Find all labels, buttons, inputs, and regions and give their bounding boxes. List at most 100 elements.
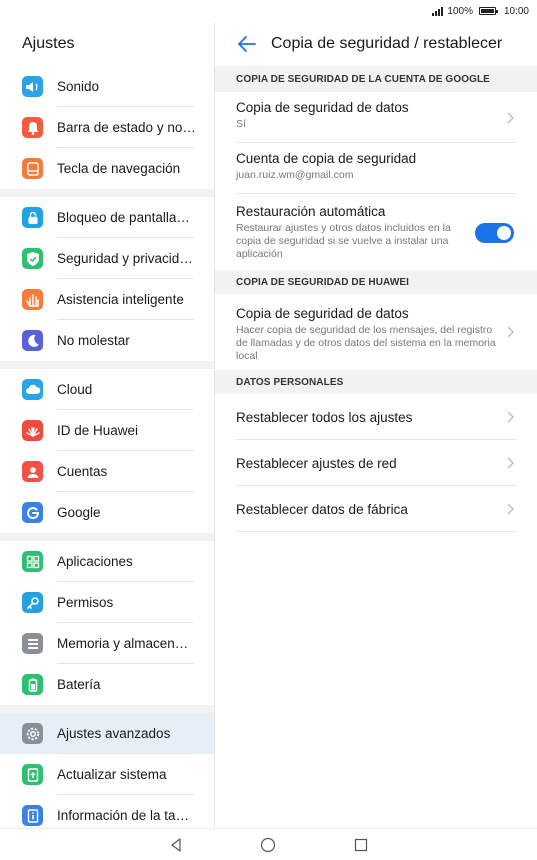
- settings-list: Sonido Barra de estado y no… Tecla de nave…: [0, 66, 214, 828]
- detail-panel: Copia de seguridad / restablecer COPIA D…: [215, 22, 537, 828]
- group-separator: [0, 533, 214, 541]
- huawei-icon: [22, 420, 43, 441]
- key-icon: [22, 592, 43, 613]
- section-huawei-backup: COPIA DE SEGURIDAD DE HUAWEI: [215, 270, 537, 294]
- battery-percent: 100%: [447, 5, 473, 17]
- backup-account-row[interactable]: Cuenta de copia de seguridad juan.ruiz.w…: [215, 143, 537, 194]
- sidebar-item-hand[interactable]: Asistencia inteligente: [0, 279, 214, 320]
- battery-status-icon: [478, 7, 498, 15]
- chevron-right-icon: [507, 326, 514, 338]
- sidebar-item-lock[interactable]: Bloqueo de pantalla…: [0, 197, 214, 238]
- sidebar-item-label: Memoria y almacen…: [57, 636, 189, 651]
- info-icon: [22, 805, 43, 826]
- auto-restore-description: Restaurar ajustes y otros datos incluido…: [236, 222, 451, 260]
- sidebar-item-label: Cuentas: [57, 464, 108, 479]
- sidebar-item-label: Bloqueo de pantalla…: [57, 210, 190, 225]
- sidebar-item-speaker[interactable]: Sonido: [0, 66, 214, 107]
- lock-icon: [22, 207, 43, 228]
- sidebar-item-label: Seguridad y privacid…: [57, 251, 193, 266]
- sidebar-item-label: Barra de estado y no…: [57, 120, 196, 135]
- sidebar-item-label: Asistencia inteligente: [57, 292, 184, 307]
- factory-reset-row[interactable]: Restablecer datos de fábrica: [215, 486, 537, 532]
- huawei-backup-row[interactable]: Copia de seguridad de datos Hacer copia …: [215, 294, 537, 370]
- reset-all-settings-row[interactable]: Restablecer todos los ajustes: [215, 394, 537, 440]
- backup-data-value: Sí: [236, 118, 246, 130]
- moon-icon: [22, 330, 43, 351]
- chevron-right-icon: [507, 457, 514, 469]
- auto-restore-toggle[interactable]: [475, 223, 514, 243]
- sidebar-item-label: No molestar: [57, 333, 130, 348]
- chevron-right-icon: [507, 112, 514, 123]
- sidebar-item-label: Sonido: [57, 79, 100, 94]
- apps-icon: [22, 551, 43, 572]
- page-title: Copia de seguridad / restablecer: [271, 35, 503, 52]
- battery-icon: [22, 674, 43, 695]
- sidebar-item-update[interactable]: Actualizar sistema: [0, 754, 214, 795]
- sidebar-item-moon[interactable]: No molestar: [0, 320, 214, 361]
- auto-restore-row[interactable]: Restauración automática Restaurar ajuste…: [215, 194, 537, 270]
- sidebar-item-huawei[interactable]: ID de Huawei: [0, 410, 214, 451]
- sidebar-item-label: ID de Huawei: [57, 423, 139, 438]
- sidebar-item-label: Información de la ta…: [57, 808, 190, 823]
- sidebar-item-battery[interactable]: Batería: [0, 664, 214, 705]
- sidebar-item-label: Permisos: [57, 595, 114, 610]
- group-separator: [0, 361, 214, 369]
- section-google-backup: COPIA DE SEGURIDAD DE LA CUENTA DE GOOGL…: [215, 66, 537, 92]
- settings-sidebar: Ajustes Sonido Barra de estado y no… Tecla…: [0, 22, 214, 828]
- reset-network-row[interactable]: Restablecer ajustes de red: [215, 440, 537, 486]
- group-separator: [0, 189, 214, 197]
- backup-data-row[interactable]: Copia de seguridad de datos Sí: [215, 92, 537, 143]
- backup-account-value: juan.ruiz.wm@gmail.com: [236, 169, 354, 181]
- back-triangle-icon[interactable]: [166, 835, 186, 855]
- google-icon: [22, 502, 43, 523]
- huawei-backup-title: Copia de seguridad de datos: [236, 306, 409, 321]
- sidebar-title: Ajustes: [22, 35, 75, 52]
- sidebar-item-cloud[interactable]: Cloud: [0, 369, 214, 410]
- chevron-right-icon: [507, 503, 514, 515]
- signal-icon: [432, 6, 444, 16]
- section-personal-data: DATOS PERSONALES: [215, 370, 537, 394]
- sidebar-item-label: Batería: [57, 677, 101, 692]
- gear-icon: [22, 723, 43, 744]
- backup-account-title: Cuenta de copia de seguridad: [236, 151, 417, 166]
- chevron-right-icon: [507, 411, 514, 423]
- sidebar-item-apps[interactable]: Aplicaciones: [0, 541, 214, 582]
- sidebar-item-shield[interactable]: Seguridad y privacid…: [0, 238, 214, 279]
- sidebar-item-person[interactable]: Cuentas: [0, 451, 214, 492]
- sidebar-item-storage[interactable]: Memoria y almacen…: [0, 623, 214, 664]
- navigation-key-icon: [22, 158, 43, 179]
- sidebar-item-label: Cloud: [57, 382, 93, 397]
- sidebar-item-label: Actualizar sistema: [57, 767, 167, 782]
- sidebar-item-gear[interactable]: Ajustes avanzados: [0, 713, 214, 754]
- sidebar-item-key[interactable]: Permisos: [0, 582, 214, 623]
- storage-icon: [22, 633, 43, 654]
- update-icon: [22, 764, 43, 785]
- sidebar-item-info[interactable]: Información de la ta…: [0, 795, 214, 828]
- cloud-icon: [22, 379, 43, 400]
- clock: 10:00: [503, 5, 529, 17]
- back-arrow-icon[interactable]: [237, 34, 257, 54]
- sidebar-item-navigation-key[interactable]: Tecla de navegación: [0, 148, 214, 189]
- toggle-knob: [497, 226, 511, 240]
- reset-network-label: Restablecer ajustes de red: [236, 455, 397, 471]
- bell-icon: [22, 117, 43, 138]
- home-circle-icon[interactable]: [258, 835, 278, 855]
- sidebar-item-label: Tecla de navegación: [57, 161, 181, 176]
- huawei-backup-description: Hacer copia de seguridad de los mensajes…: [236, 324, 496, 362]
- recents-square-icon[interactable]: [351, 835, 371, 855]
- shield-icon: [22, 248, 43, 269]
- detail-header: Copia de seguridad / restablecer: [215, 22, 537, 66]
- status-bar: 100% 10:00: [0, 0, 537, 22]
- person-icon: [22, 461, 43, 482]
- sidebar-item-google[interactable]: Google: [0, 492, 214, 533]
- sidebar-item-label: Google: [57, 505, 101, 520]
- backup-data-title: Copia de seguridad de datos: [236, 100, 409, 115]
- group-separator: [0, 705, 214, 713]
- auto-restore-title: Restauración automática: [236, 204, 386, 219]
- navigation-bar: [0, 828, 537, 860]
- hand-icon: [22, 289, 43, 310]
- sidebar-item-label: Aplicaciones: [57, 554, 133, 569]
- reset-all-settings-label: Restablecer todos los ajustes: [236, 409, 413, 425]
- sidebar-item-bell[interactable]: Barra de estado y no…: [0, 107, 214, 148]
- sidebar-item-label: Ajustes avanzados: [57, 726, 171, 741]
